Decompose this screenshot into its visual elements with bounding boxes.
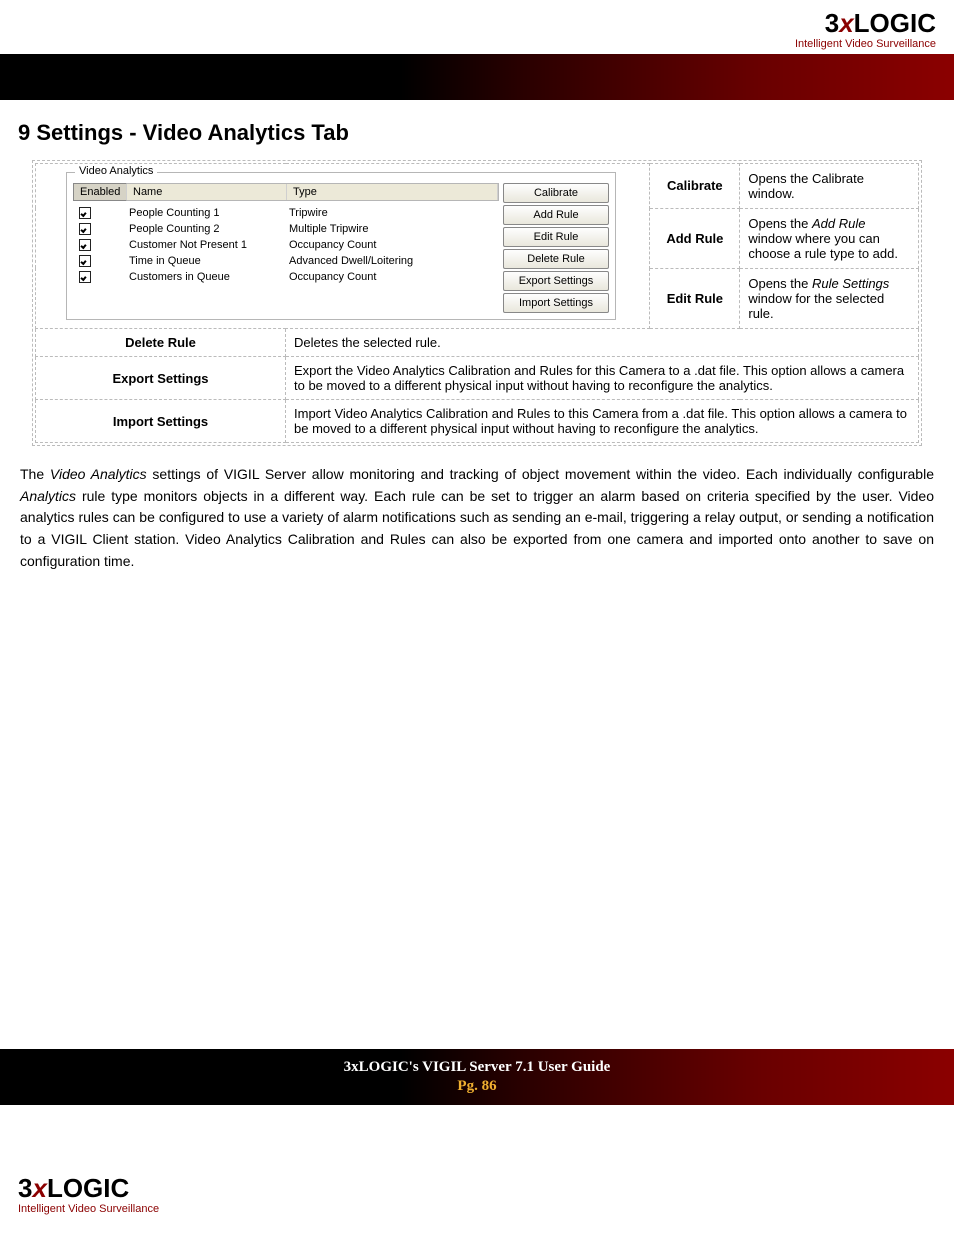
panel-groupbox: Video Analytics Enabled Name Type [66, 172, 616, 320]
edit-rule-button[interactable]: Edit Rule [503, 227, 609, 247]
rules-list: Enabled Name Type People Counting 1Tripw… [73, 183, 499, 313]
row-type: Tripwire [289, 207, 328, 219]
brand-logic: LOGIC [854, 8, 936, 38]
definitions-table: Video Analytics Enabled Name Type [35, 163, 919, 443]
checkbox-icon[interactable] [79, 223, 91, 235]
brand-3: 3 [18, 1173, 31, 1203]
brand-logic: LOGIC [47, 1173, 129, 1203]
def-val-calibrate: Opens the Calibrate window. [740, 164, 919, 209]
row-name: Time in Queue [129, 255, 289, 267]
row-name: People Counting 1 [129, 207, 289, 219]
calibrate-button[interactable]: Calibrate [503, 183, 609, 203]
table-row[interactable]: Customer Not Present 1Occupancy Count [79, 237, 499, 253]
header-bar [0, 54, 954, 100]
def-val-delete-rule: Deletes the selected rule. [286, 329, 919, 357]
row-type: Occupancy Count [289, 239, 376, 251]
checkbox-icon[interactable] [79, 207, 91, 219]
row-type: Occupancy Count [289, 271, 376, 283]
brand-tagline: Intelligent Video Surveillance [18, 1203, 159, 1215]
checkbox-icon[interactable] [79, 239, 91, 251]
brand-logo: 3xLOGIC [0, 10, 936, 36]
import-settings-button[interactable]: Import Settings [503, 293, 609, 313]
def-key-calibrate: Calibrate [650, 164, 740, 209]
brand-tagline: Intelligent Video Surveillance [0, 38, 936, 50]
row-type: Multiple Tripwire [289, 223, 368, 235]
def-val-import-settings: Import Video Analytics Calibration and R… [286, 400, 919, 443]
col-header-type[interactable]: Type [287, 184, 498, 200]
brand-logo: 3xLOGIC [18, 1175, 159, 1201]
footer-title: 3xLOGIC's VIGIL Server 7.1 User Guide [344, 1059, 611, 1075]
row-type: Advanced Dwell/Loitering [289, 255, 413, 267]
body-paragraph: The Video Analytics settings of VIGIL Se… [18, 460, 936, 576]
row-name: Customers in Queue [129, 271, 289, 283]
table-row[interactable]: People Counting 2Multiple Tripwire [79, 221, 499, 237]
brand-3: 3 [825, 8, 838, 38]
definitions-box: Video Analytics Enabled Name Type [32, 160, 922, 446]
def-key-export-settings: Export Settings [36, 357, 286, 400]
header-logo: 3xLOGIC Intelligent Video Surveillance [0, 0, 954, 54]
checkbox-icon[interactable] [79, 271, 91, 283]
groupbox-title: Video Analytics [75, 165, 157, 177]
footer-page: Pg. 86 [0, 1078, 954, 1095]
panel-button-column: Calibrate Add Rule Edit Rule Delete Rule… [503, 183, 609, 313]
row-name: People Counting 2 [129, 223, 289, 235]
def-key-import-settings: Import Settings [36, 400, 286, 443]
def-val-add-rule: Opens the Add Rule window where you can … [740, 208, 919, 268]
def-key-edit-rule: Edit Rule [650, 268, 740, 328]
rules-list-header: Enabled Name Type [73, 183, 499, 201]
table-row[interactable]: People Counting 1Tripwire [79, 205, 499, 221]
table-row[interactable]: Time in QueueAdvanced Dwell/Loitering [79, 253, 499, 269]
panel-screenshot-cell: Video Analytics Enabled Name Type [36, 164, 650, 329]
col-header-name[interactable]: Name [127, 184, 287, 200]
brand-x: x [838, 8, 853, 38]
add-rule-button[interactable]: Add Rule [503, 205, 609, 225]
footer-bar: 3xLOGIC's VIGIL Server 7.1 User Guide Pg… [0, 1049, 954, 1105]
def-key-add-rule: Add Rule [650, 208, 740, 268]
col-header-enabled[interactable]: Enabled [73, 183, 127, 201]
def-val-export-settings: Export the Video Analytics Calibration a… [286, 357, 919, 400]
delete-rule-button[interactable]: Delete Rule [503, 249, 609, 269]
footer-logo: 3xLOGIC Intelligent Video Surveillance [18, 1175, 159, 1215]
video-analytics-panel: Video Analytics Enabled Name Type [66, 172, 616, 320]
page-title: 9 Settings - Video Analytics Tab [18, 120, 936, 146]
def-val-edit-rule: Opens the Rule Settings window for the s… [740, 268, 919, 328]
export-settings-button[interactable]: Export Settings [503, 271, 609, 291]
checkbox-icon[interactable] [79, 255, 91, 267]
def-key-delete-rule: Delete Rule [36, 329, 286, 357]
row-name: Customer Not Present 1 [129, 239, 289, 251]
table-row[interactable]: Customers in QueueOccupancy Count [79, 269, 499, 285]
brand-x: x [31, 1173, 46, 1203]
